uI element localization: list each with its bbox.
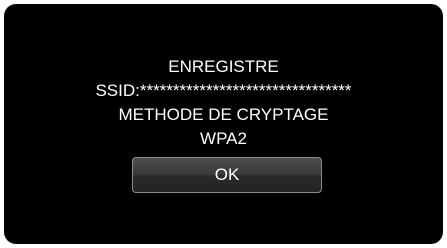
ok-button[interactable]: OK: [132, 157, 322, 193]
ssid-line: SSID:********************************: [95, 81, 352, 100]
screen: ENREGISTRE SSID:************************…: [0, 0, 447, 248]
encryption-method-label: METHODE DE CRYPTAGE: [118, 105, 329, 124]
dialog-title: ENREGISTRE: [168, 57, 279, 76]
encryption-method-value: WPA2: [200, 129, 247, 148]
